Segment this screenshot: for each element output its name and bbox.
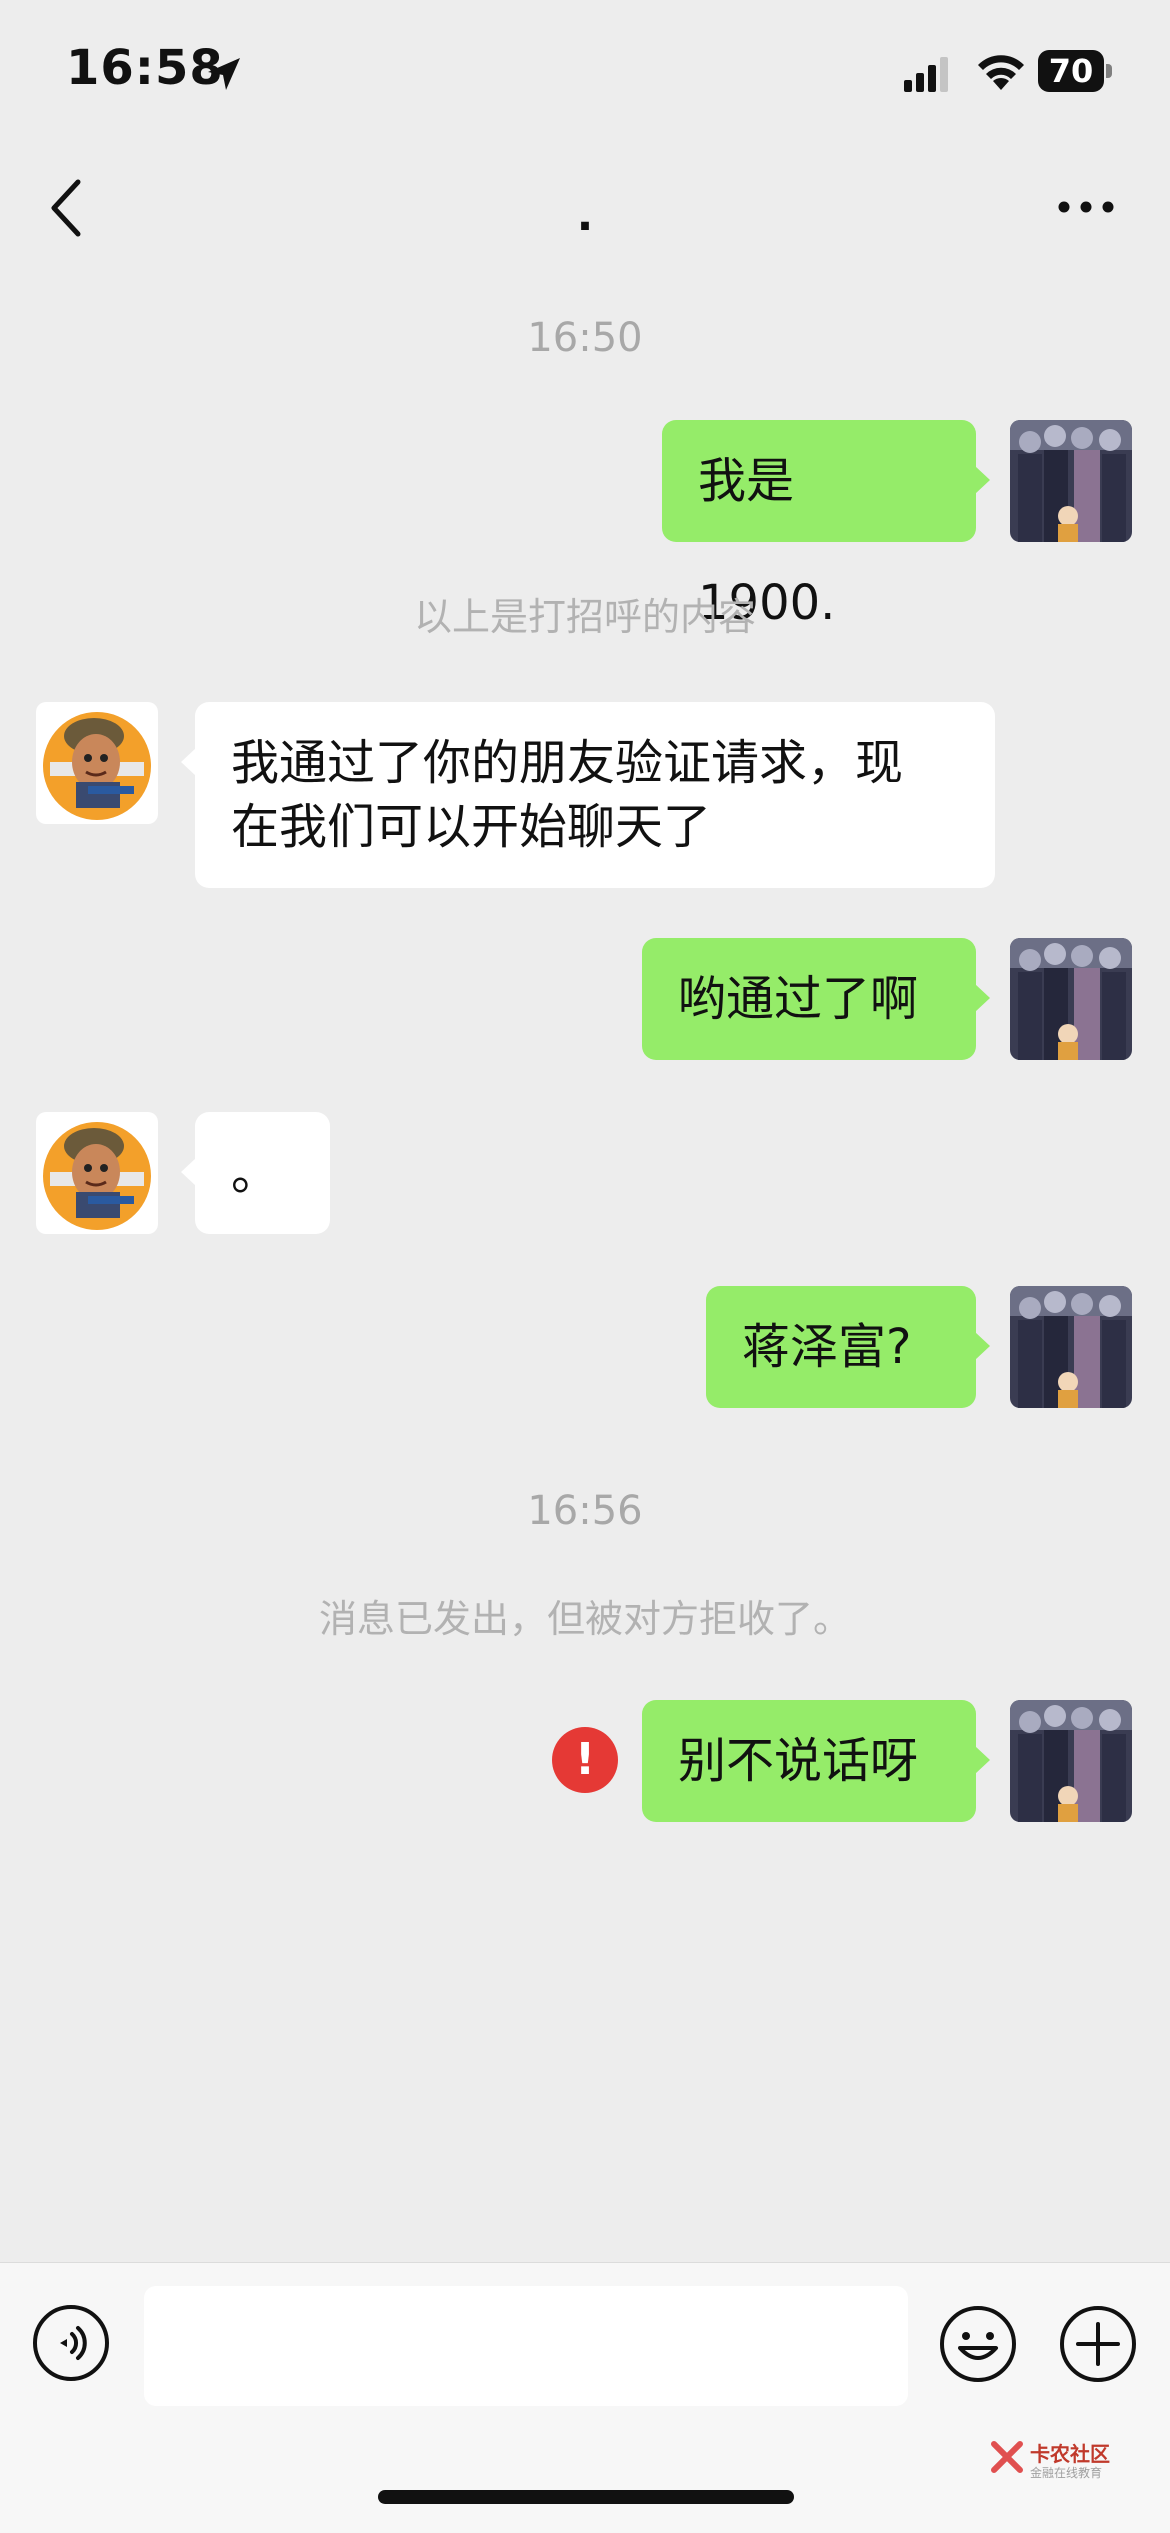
watermark-subtext: 金融在线教育 — [1030, 2466, 1103, 2480]
message-bubble-received[interactable]: 我通过了你的朋友验证请求，现 在我们可以开始聊天了 — [181, 702, 995, 888]
greeting-note: 以上是打招呼的内容 — [413, 595, 756, 639]
my-avatar[interactable] — [1010, 1700, 1132, 1822]
message-bubble-received[interactable]: 。 — [181, 1112, 330, 1234]
status-time: 16:58 — [66, 40, 224, 96]
back-button[interactable] — [36, 168, 96, 248]
friend-avatar[interactable] — [36, 702, 158, 824]
message-bubble-sent[interactable]: 蒋泽富? — [706, 1286, 990, 1408]
timestamp: 16:56 — [527, 1488, 643, 1534]
my-avatar[interactable] — [1010, 420, 1132, 542]
watermark-text: 卡农社区 — [1030, 2442, 1110, 2466]
rejected-notice: 消息已发出，但被对方拒收了。 — [318, 1597, 851, 1641]
battery-indicator: 70 — [1038, 50, 1114, 92]
emoji-icon[interactable] — [938, 2304, 1018, 2384]
message-bubble-sent[interactable]: 我是 1900. — [662, 420, 990, 631]
my-avatar[interactable] — [1010, 938, 1132, 1060]
add-more-icon[interactable] — [1058, 2304, 1138, 2384]
avatar-image-icon — [1010, 938, 1132, 1060]
chat-title: . — [576, 190, 594, 241]
avatar-image-icon — [1010, 420, 1132, 542]
avatar-image-icon — [36, 1112, 158, 1234]
voice-input-icon[interactable] — [32, 2304, 110, 2382]
more-options-icon[interactable] — [1050, 182, 1130, 232]
battery-level: 70 — [1048, 52, 1094, 90]
message-text-line: 在我们可以开始聊天了 — [231, 799, 712, 855]
message-bubble-sent[interactable]: 别不说话呀 — [642, 1700, 990, 1822]
send-failed-icon[interactable]: ! — [552, 1727, 618, 1793]
home-indicator[interactable] — [378, 2490, 794, 2504]
location-arrow-icon — [208, 58, 240, 90]
message-text-line: 我通过了你的朋友验证请求，现 — [231, 735, 904, 791]
message-bubble-sent[interactable]: 哟通过了啊 — [642, 938, 990, 1060]
my-avatar[interactable] — [1010, 1286, 1132, 1408]
cellular-signal-icon — [904, 57, 948, 92]
friend-avatar[interactable] — [36, 1112, 158, 1234]
avatar-image-icon — [1010, 1700, 1132, 1822]
avatar-image-icon — [1010, 1286, 1132, 1408]
timestamp: 16:50 — [527, 315, 643, 361]
avatar-image-icon — [36, 702, 158, 824]
watermark-logo-icon — [991, 2441, 1023, 2473]
wifi-icon — [978, 55, 1024, 90]
message-input[interactable] — [144, 2286, 908, 2406]
